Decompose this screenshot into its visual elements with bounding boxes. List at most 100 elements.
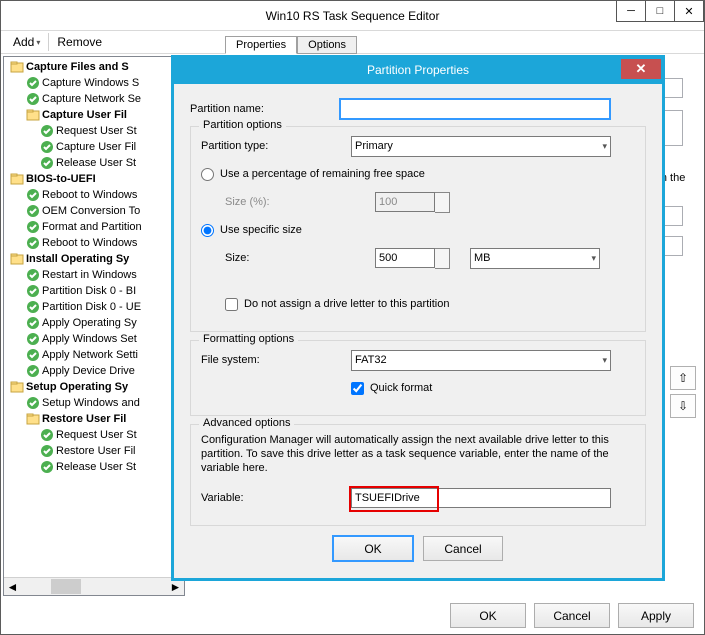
partition-properties-dialog: Partition Properties ✕ Partition name: P… (171, 55, 665, 581)
add-menu[interactable]: Add ▾ (7, 35, 46, 49)
tree-step[interactable]: Request User St (4, 123, 184, 139)
scroll-left-icon[interactable]: ◄ (4, 578, 21, 595)
chevron-down-icon: ▾ (602, 355, 607, 366)
check-icon (26, 204, 40, 218)
arrow-up-icon: ⇧ (678, 371, 688, 385)
main-ok-button[interactable]: OK (450, 603, 526, 628)
folder-icon (26, 412, 40, 426)
tree-step[interactable]: Partition Disk 0 - BI (4, 283, 184, 299)
no-drive-letter-checkbox[interactable] (225, 298, 238, 311)
tree-group[interactable]: BIOS-to-UEFI (4, 171, 184, 187)
folder-icon (10, 252, 24, 266)
tab-options[interactable]: Options (297, 36, 357, 54)
tree-group[interactable]: Setup Operating Sy (4, 379, 184, 395)
tree-horizontal-scrollbar[interactable]: ◄ ► (4, 577, 184, 595)
main-window: Win10 RS Task Sequence Editor ─ □ ✕ Add … (0, 0, 705, 635)
formatting-options-legend: Formatting options (199, 333, 298, 345)
partition-type-value: Primary (355, 140, 393, 152)
tree-step[interactable]: Capture Windows S (4, 75, 184, 91)
tree-step[interactable]: Setup Windows and (4, 395, 184, 411)
dialog-titlebar[interactable]: Partition Properties ✕ (172, 56, 664, 84)
dialog-button-bar: OK Cancel (190, 536, 646, 561)
chevron-down-icon: ▾ (591, 253, 596, 264)
check-icon (40, 428, 54, 442)
tree-group[interactable]: Install Operating Sy (4, 251, 184, 267)
partition-name-input[interactable] (340, 99, 610, 119)
close-button[interactable]: ✕ (675, 1, 704, 22)
check-icon (26, 220, 40, 234)
tree-step[interactable]: Apply Device Drive (4, 363, 184, 379)
partition-options-group: Partition options Partition type: Primar… (190, 126, 646, 332)
partition-type-select[interactable]: Primary ▾ (351, 136, 611, 157)
tree-step[interactable]: Capture User Fil (4, 139, 184, 155)
size-input[interactable] (375, 248, 435, 268)
remove-label: Remove (57, 35, 102, 49)
main-apply-button[interactable]: Apply (618, 603, 694, 628)
tab-properties[interactable]: Properties (225, 36, 297, 54)
maximize-button[interactable]: □ (646, 1, 675, 22)
quick-format-label: Quick format (370, 382, 432, 394)
folder-icon (26, 108, 40, 122)
check-icon (40, 124, 54, 138)
size-percent-input (375, 192, 435, 212)
tree-group[interactable]: Restore User Fil (4, 411, 184, 427)
task-sequence-tree[interactable]: Capture Files and S Capture Windows S Ca… (3, 56, 185, 596)
use-percentage-label: Use a percentage of remaining free space (220, 168, 425, 180)
move-down-button[interactable]: ⇩ (670, 394, 696, 418)
tree-group[interactable]: Capture Files and S (4, 59, 184, 75)
remove-button[interactable]: Remove (51, 35, 108, 49)
chevron-down-icon: ▾ (602, 141, 607, 152)
formatting-options-group: Formatting options File system: FAT32 ▾ … (190, 340, 646, 416)
toolbar-divider (48, 33, 49, 51)
check-icon (26, 300, 40, 314)
spinner-icon (435, 192, 450, 213)
size-percent-label: Size (%): (201, 196, 375, 208)
advanced-help-text: Configuration Manager will automatically… (201, 433, 635, 475)
properties-tabs: Properties Options (225, 31, 357, 53)
tree-step[interactable]: Partition Disk 0 - UE (4, 299, 184, 315)
minimize-button[interactable]: ─ (616, 1, 646, 22)
tree-step[interactable]: Apply Windows Set (4, 331, 184, 347)
use-percentage-radio[interactable] (201, 168, 214, 181)
variable-label: Variable: (201, 492, 351, 504)
dialog-cancel-button[interactable]: Cancel (423, 536, 503, 561)
folder-icon (10, 380, 24, 394)
dialog-close-button[interactable]: ✕ (621, 59, 661, 79)
spinner-icon[interactable] (435, 248, 450, 269)
tree-step[interactable]: Release User St (4, 155, 184, 171)
no-drive-letter-label: Do not assign a drive letter to this par… (244, 298, 449, 310)
size-unit-select[interactable]: MB ▾ (470, 248, 600, 269)
tree-step[interactable]: Reboot to Windows (4, 235, 184, 251)
quick-format-checkbox[interactable] (351, 382, 364, 395)
tree-step[interactable]: Apply Operating Sy (4, 315, 184, 331)
filesystem-value: FAT32 (355, 354, 387, 366)
main-cancel-button[interactable]: Cancel (534, 603, 610, 628)
check-icon (26, 348, 40, 362)
check-icon (40, 156, 54, 170)
dialog-ok-button[interactable]: OK (333, 536, 413, 561)
tree-step[interactable]: Format and Partition (4, 219, 184, 235)
folder-icon (10, 60, 24, 74)
tree-step[interactable]: OEM Conversion To (4, 203, 184, 219)
use-specific-size-radio[interactable] (201, 224, 214, 237)
move-up-button[interactable]: ⇧ (670, 366, 696, 390)
check-icon (26, 92, 40, 106)
tree-group[interactable]: Capture User Fil (4, 107, 184, 123)
filesystem-select[interactable]: FAT32 ▾ (351, 350, 611, 371)
tree-step[interactable]: Apply Network Setti (4, 347, 184, 363)
main-title: Win10 RS Task Sequence Editor (1, 9, 704, 23)
window-controls: ─ □ ✕ (616, 1, 704, 22)
scroll-thumb[interactable] (51, 579, 81, 594)
check-icon (26, 316, 40, 330)
tree-step[interactable]: Restore User Fil (4, 443, 184, 459)
tree-step[interactable]: Capture Network Se (4, 91, 184, 107)
check-icon (26, 284, 40, 298)
tree-step[interactable]: Reboot to Windows (4, 187, 184, 203)
tree-step[interactable]: Release User St (4, 459, 184, 475)
variable-input[interactable] (351, 488, 611, 508)
chevron-down-icon: ▾ (36, 38, 40, 47)
tree-step[interactable]: Request User St (4, 427, 184, 443)
arrow-down-icon: ⇩ (678, 399, 688, 413)
use-specific-label: Use specific size (220, 224, 302, 236)
tree-step[interactable]: Restart in Windows (4, 267, 184, 283)
